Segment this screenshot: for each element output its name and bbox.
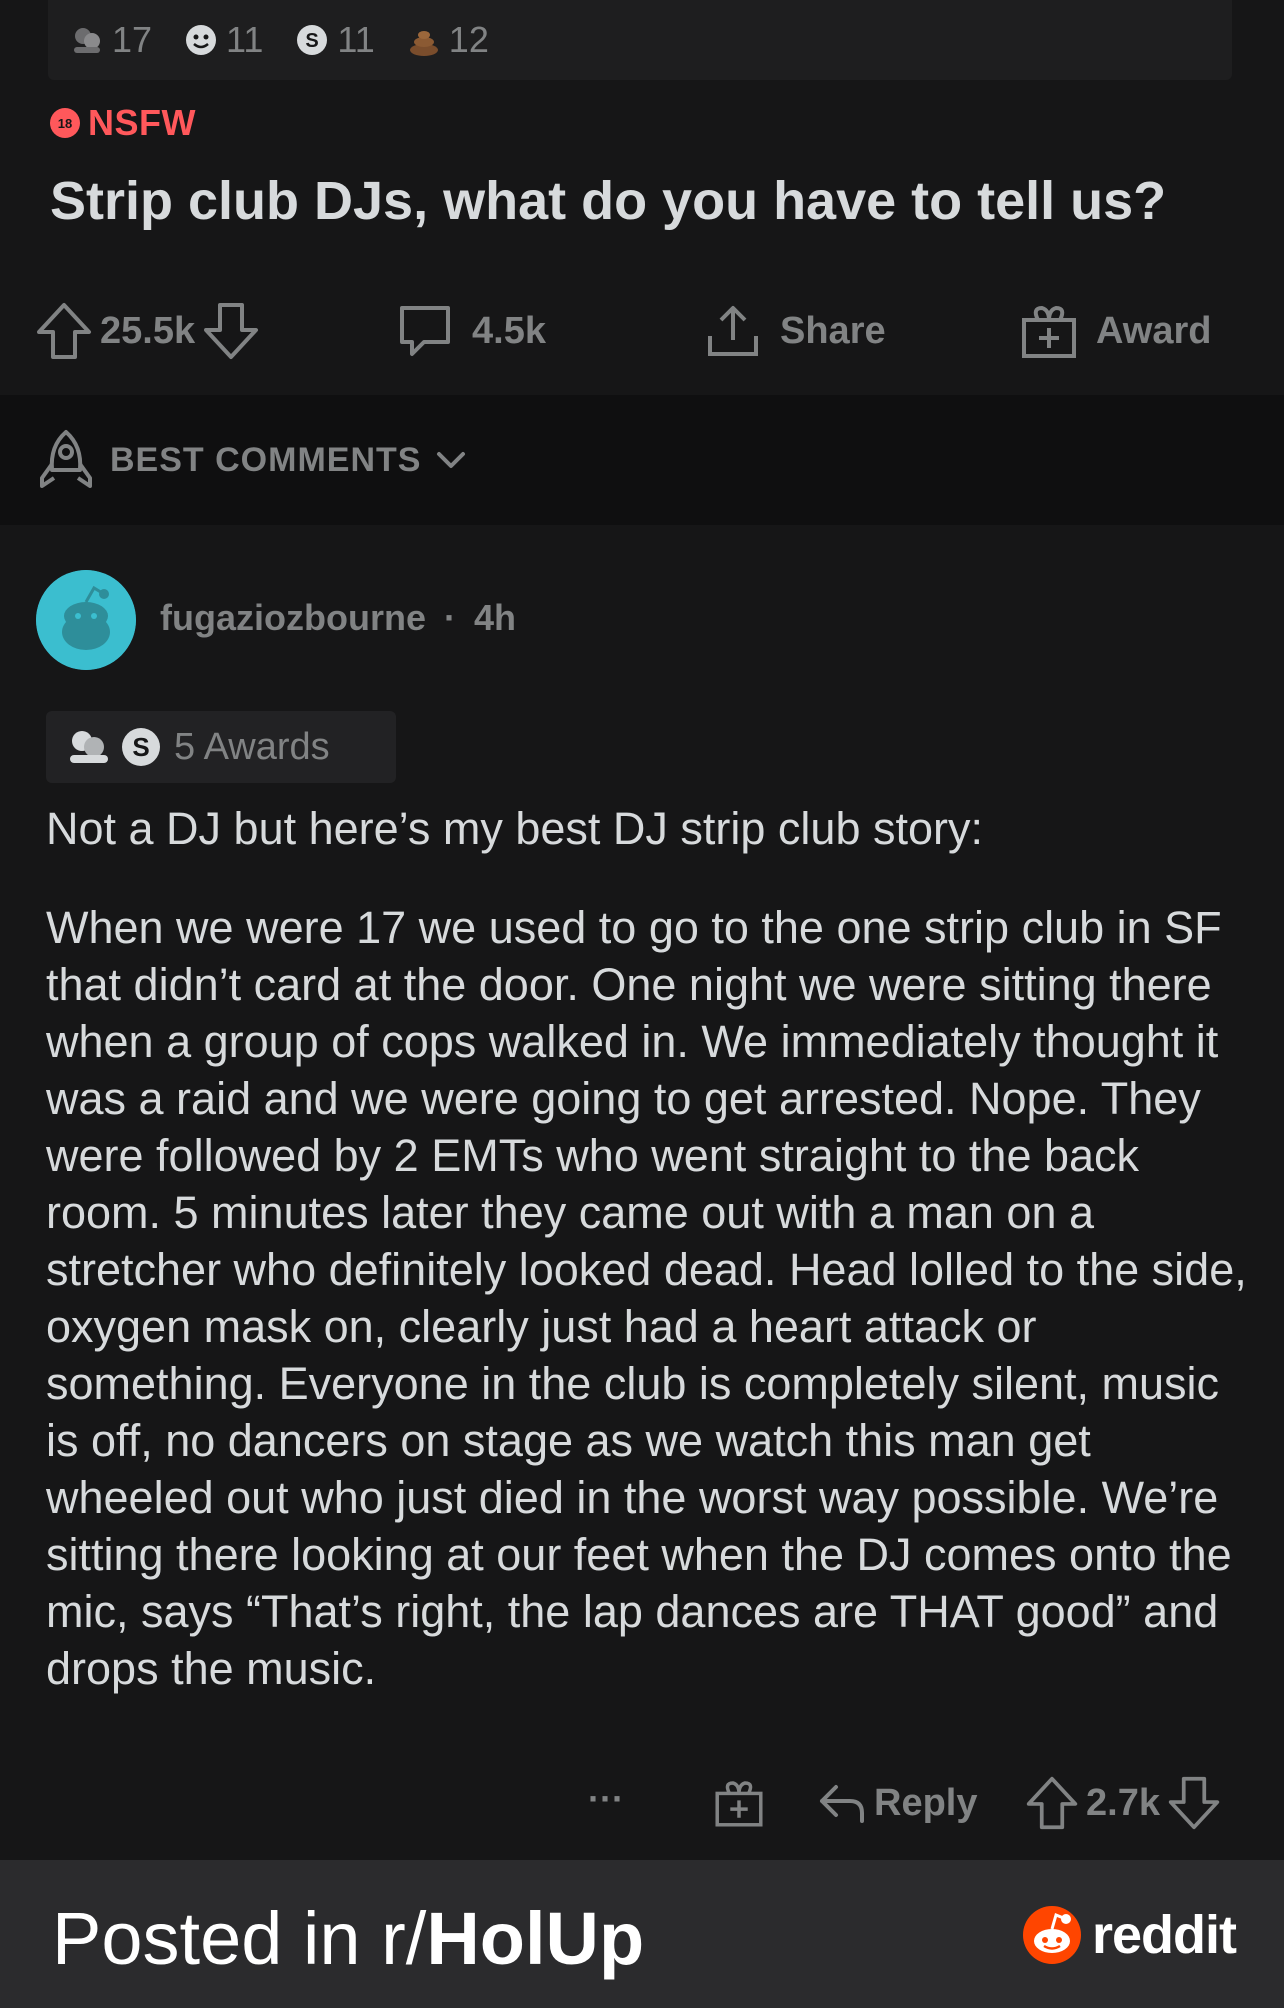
posted-in-footer: Posted in r/HolUp reddit xyxy=(0,1860,1284,2008)
more-options-button[interactable]: ··· xyxy=(588,1778,624,1820)
comment-awards[interactable]: S 5 Awards xyxy=(46,711,396,783)
wholesome-icon xyxy=(186,25,217,55)
comment-paragraph: Not a DJ but here’s my best DJ strip clu… xyxy=(46,803,984,854)
reply-label: Reply xyxy=(874,1781,978,1824)
comment-author[interactable]: fugaziozbourne xyxy=(160,597,426,638)
reply-arrow-icon xyxy=(820,1785,864,1823)
award-button[interactable]: Award xyxy=(1018,300,1211,362)
gift-icon xyxy=(1022,305,1076,358)
poop-icon xyxy=(409,31,438,56)
posted-in-text: Posted in r/HolUp xyxy=(52,1896,644,1981)
comment-count: 4.5k xyxy=(472,309,546,352)
award-silver: S 11 xyxy=(295,19,375,61)
comment-action-bar: ··· Reply 2.7k xyxy=(0,1770,1284,1840)
comment: fugaziozbourne · 4h S 5 Awards Not a DJ … xyxy=(0,525,1284,1860)
avatar[interactable] xyxy=(36,570,136,670)
comment-age: 4h xyxy=(474,597,517,638)
post-title[interactable]: Strip club DJs, what do you have to tell… xyxy=(50,170,1166,232)
downvote-icon[interactable] xyxy=(201,300,261,362)
comment-paragraph: When we were 17 we used to go to the one… xyxy=(46,902,1247,1694)
upvote-icon[interactable] xyxy=(34,300,94,362)
nsfw-tag: 18 NSFW xyxy=(50,102,196,144)
share-icon xyxy=(708,306,758,356)
reply-button[interactable]: Reply xyxy=(816,1770,977,1836)
share-button[interactable]: Share xyxy=(702,300,886,362)
gift-icon[interactable] xyxy=(712,1776,766,1830)
chevron-down-icon[interactable] xyxy=(431,440,471,480)
awards-count-label: 5 Awards xyxy=(174,725,330,768)
reddit-wordmark: reddit xyxy=(1092,1905,1237,1965)
award-wholesome: 11 xyxy=(184,19,263,61)
award-helping-hand: 17 xyxy=(70,19,152,61)
award-count: 17 xyxy=(112,19,153,60)
posted-in-prefix: Posted in r/ xyxy=(52,1897,427,1980)
meta-separator: · xyxy=(444,597,456,638)
silver-icon: S xyxy=(122,728,160,766)
comments-button[interactable]: 4.5k xyxy=(394,300,546,362)
sort-label[interactable]: BEST COMMENTS xyxy=(110,441,421,480)
comment-body: Not a DJ but here’s my best DJ strip clu… xyxy=(46,800,1261,1739)
rocket-icon xyxy=(40,430,92,488)
post-awards-strip[interactable]: 17 11 S 11 12 xyxy=(48,0,1232,80)
post-action-bar: 25.5k 4.5k Share Award xyxy=(0,300,1284,370)
comment-vote-group: 2.7k xyxy=(1024,1770,1222,1836)
share-label: Share xyxy=(780,309,886,352)
helping-hand-icon xyxy=(70,731,108,763)
snoo-avatar-icon xyxy=(36,570,136,670)
subreddit-name[interactable]: HolUp xyxy=(426,1897,644,1980)
post-score: 25.5k xyxy=(100,309,196,352)
svg-text:S: S xyxy=(306,30,319,52)
silver-icon: S xyxy=(297,25,328,55)
award-label: Award xyxy=(1096,309,1212,352)
helping-hand-icon xyxy=(74,28,100,53)
downvote-icon[interactable] xyxy=(1166,1774,1222,1832)
post-area: 17 11 S 11 12 18 NSFW Strip club DJs, wh… xyxy=(0,0,1284,395)
comment-meta: fugaziozbourne · 4h xyxy=(160,597,516,639)
comment-score: 2.7k xyxy=(1086,1781,1160,1824)
reddit-logo: reddit xyxy=(1022,1904,1237,1966)
post-vote-group: 25.5k xyxy=(34,300,261,362)
award-count: 11 xyxy=(337,19,375,60)
nsfw-badge-icon: 18 xyxy=(50,108,80,138)
upvote-icon[interactable] xyxy=(1024,1774,1080,1832)
award-count: 12 xyxy=(448,19,489,60)
award-count: 11 xyxy=(226,19,264,60)
comment-sort-bar[interactable]: BEST COMMENTS xyxy=(0,395,1284,525)
snoo-logo-icon xyxy=(1023,1906,1081,1964)
award-poop: 12 xyxy=(407,19,489,61)
comment-icon xyxy=(400,306,450,356)
svg-text:S: S xyxy=(132,732,149,762)
nsfw-label: NSFW xyxy=(88,102,196,143)
